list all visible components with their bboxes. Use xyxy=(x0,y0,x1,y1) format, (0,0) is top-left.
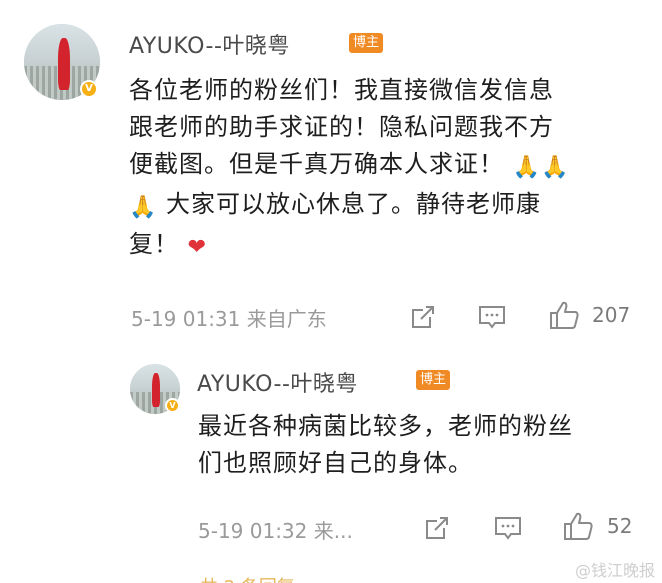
clap-emoji-icon: 🙏 xyxy=(541,155,570,180)
share-icon[interactable] xyxy=(422,513,452,543)
more-replies-link[interactable]: 共 2 条回复 xyxy=(200,573,295,583)
blogger-badge: 博主 xyxy=(349,33,384,53)
watermark: @钱江晚报 xyxy=(575,561,656,580)
share-icon[interactable] xyxy=(408,302,438,332)
username[interactable]: AYUKO--叶晓粤 xyxy=(129,28,290,60)
reply-timestamp: 5-19 01:32 来... xyxy=(198,519,353,543)
reply-line: 最近各种病菌比较多，老师的粉丝 xyxy=(198,412,573,440)
verified-icon: V xyxy=(80,80,98,98)
comment-line: 跟老师的助手求证的！隐私问题我不方 xyxy=(129,113,554,141)
blogger-badge: 博主 xyxy=(416,370,451,390)
comment-text: 各位老师的粉丝们！我直接微信发信息 跟老师的助手求证的！隐私问题我不方 便截图。… xyxy=(129,72,569,266)
comment-line: 各位老师的粉丝们！我直接微信发信息 xyxy=(129,76,554,104)
comment-line: 便截图。但是千真万确本人求证！ xyxy=(129,150,504,178)
comment-icon[interactable] xyxy=(476,302,508,332)
comment-line: 复！ xyxy=(129,230,179,258)
comment-line: 大家可以放心休息了。静待老师康 xyxy=(166,190,542,218)
verified-icon: V xyxy=(165,398,180,413)
thumbs-up-icon[interactable] xyxy=(547,298,581,332)
reply-username[interactable]: AYUKO--叶晓粤 xyxy=(197,366,358,398)
comment-icon[interactable] xyxy=(492,513,524,543)
heart-emoji-icon: ❤ xyxy=(187,235,208,260)
reply-text: 最近各种病菌比较多，老师的粉丝 们也照顾好自己的身体。 xyxy=(198,408,573,482)
reply-line: 们也照顾好自己的身体。 xyxy=(198,449,473,477)
like-count: 207 xyxy=(592,303,631,327)
reply-like-count: 52 xyxy=(607,514,633,538)
clap-emoji-icon: 🙏 xyxy=(512,155,542,180)
clap-emoji-icon: 🙏 xyxy=(129,195,158,220)
thumbs-up-icon[interactable] xyxy=(561,509,595,543)
timestamp: 5-19 01:31 来自广东 xyxy=(131,307,327,331)
